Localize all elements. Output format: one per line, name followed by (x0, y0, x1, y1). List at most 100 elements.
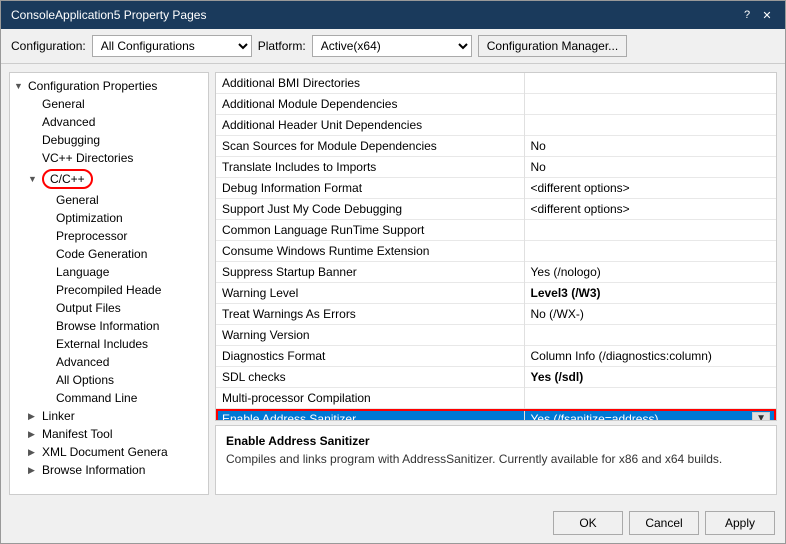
prop-value: Level3 (/W3) (524, 283, 776, 304)
tree-label-linker: Linker (42, 409, 75, 423)
prop-name: Multi-processor Compilation (216, 388, 524, 409)
cancel-button[interactable]: Cancel (629, 511, 699, 535)
tree-label-manifest-tool: Manifest Tool (42, 427, 112, 441)
tree-label-optimization: Optimization (56, 211, 123, 225)
title-bar: ConsoleApplication5 Property Pages ? ✕ (1, 1, 785, 29)
table-row[interactable]: Treat Warnings As ErrorsNo (/WX-) (216, 304, 776, 325)
prop-name: Treat Warnings As Errors (216, 304, 524, 325)
tree-item-optimization[interactable]: Optimization (10, 209, 208, 227)
tree-item-code-gen[interactable]: Code Generation (10, 245, 208, 263)
tree-item-external-includes[interactable]: External Includes (10, 335, 208, 353)
tree-arrow-cpp: ▼ (28, 174, 40, 184)
prop-name: Translate Includes to Imports (216, 157, 524, 178)
properties-body: Additional BMI DirectoriesAdditional Mod… (216, 73, 776, 421)
tree-item-manifest-tool[interactable]: ▶Manifest Tool (10, 425, 208, 443)
property-pages-window: ConsoleApplication5 Property Pages ? ✕ C… (0, 0, 786, 544)
description-panel: Enable Address Sanitizer Compiles and li… (215, 425, 777, 495)
tree-item-language[interactable]: Language (10, 263, 208, 281)
prop-name: Debug Information Format (216, 178, 524, 199)
table-row[interactable]: Warning LevelLevel3 (/W3) (216, 283, 776, 304)
button-row: OK Cancel Apply (1, 503, 785, 543)
value-dropdown-arrow[interactable]: ▼ (752, 412, 770, 421)
tree-arrow-browse-info2: ▶ (28, 465, 40, 476)
tree-label-preprocessor: Preprocessor (56, 229, 127, 243)
prop-value: No (524, 157, 776, 178)
tree-item-output-files[interactable]: Output Files (10, 299, 208, 317)
table-row[interactable]: Additional Header Unit Dependencies (216, 115, 776, 136)
tree-item-precompiled[interactable]: Precompiled Heade (10, 281, 208, 299)
tree-item-browse-info[interactable]: Browse Information (10, 317, 208, 335)
table-row[interactable]: SDL checksYes (/sdl) (216, 367, 776, 388)
table-row[interactable]: Support Just My Code Debugging<different… (216, 199, 776, 220)
table-row[interactable]: Scan Sources for Module DependenciesNo (216, 136, 776, 157)
config-manager-button[interactable]: Configuration Manager... (478, 35, 627, 57)
prop-value (524, 388, 776, 409)
table-row[interactable]: Debug Information Format<different optio… (216, 178, 776, 199)
tree-item-linker[interactable]: ▶Linker (10, 407, 208, 425)
prop-value (524, 94, 776, 115)
tree-label-browse-info2: Browse Information (42, 463, 145, 477)
tree-item-all-options[interactable]: All Options (10, 371, 208, 389)
ok-button[interactable]: OK (553, 511, 623, 535)
tree-arrow-config-props: ▼ (14, 81, 26, 91)
prop-value (524, 220, 776, 241)
tree-item-cpp-general[interactable]: General (10, 191, 208, 209)
prop-value (524, 73, 776, 94)
tree-label-language: Language (56, 265, 109, 279)
tree-label-cpp-general: General (56, 193, 99, 207)
prop-value: <different options> (524, 199, 776, 220)
tree-label-browse-info: Browse Information (56, 319, 159, 333)
prop-name: Warning Level (216, 283, 524, 304)
prop-name: Enable Address Sanitizer (216, 409, 524, 422)
table-row[interactable]: Common Language RunTime Support (216, 220, 776, 241)
tree-item-debugging[interactable]: Debugging (10, 131, 208, 149)
tree-arrow-linker: ▶ (28, 411, 40, 422)
tree-item-advanced[interactable]: Advanced (10, 113, 208, 131)
platform-label: Platform: (258, 39, 306, 53)
tree-label-precompiled: Precompiled Heade (56, 283, 161, 297)
table-row[interactable]: Additional BMI Directories (216, 73, 776, 94)
tree-item-general[interactable]: General (10, 95, 208, 113)
tree-label-code-gen: Code Generation (56, 247, 147, 261)
prop-value: No (524, 136, 776, 157)
prop-value (524, 241, 776, 262)
prop-value: No (/WX-) (524, 304, 776, 325)
help-button[interactable]: ? (739, 7, 755, 23)
table-row[interactable]: Consume Windows Runtime Extension (216, 241, 776, 262)
properties-table-container: Additional BMI DirectoriesAdditional Mod… (215, 72, 777, 421)
close-button[interactable]: ✕ (759, 7, 775, 23)
tree-item-xml-doc[interactable]: ▶XML Document Genera (10, 443, 208, 461)
apply-button[interactable]: Apply (705, 511, 775, 535)
table-row[interactable]: Multi-processor Compilation (216, 388, 776, 409)
table-row[interactable]: Suppress Startup BannerYes (/nologo) (216, 262, 776, 283)
tree-label-config-props: Configuration Properties (28, 79, 157, 93)
table-row[interactable]: Diagnostics FormatColumn Info (/diagnost… (216, 346, 776, 367)
tree-panel: ▼Configuration PropertiesGeneralAdvanced… (9, 72, 209, 495)
window-title: ConsoleApplication5 Property Pages (11, 8, 206, 22)
tree-item-cpp-advanced[interactable]: Advanced (10, 353, 208, 371)
tree-container: ▼Configuration PropertiesGeneralAdvanced… (10, 77, 208, 479)
prop-name: Common Language RunTime Support (216, 220, 524, 241)
tree-item-vc-dirs[interactable]: VC++ Directories (10, 149, 208, 167)
tree-item-browse-info2[interactable]: ▶Browse Information (10, 461, 208, 479)
table-row[interactable]: Translate Includes to ImportsNo (216, 157, 776, 178)
configuration-select[interactable]: All Configurations (92, 35, 252, 57)
tree-item-cpp[interactable]: ▼C/C++ (10, 167, 208, 191)
prop-name: Scan Sources for Module Dependencies (216, 136, 524, 157)
tree-item-config-props[interactable]: ▼Configuration Properties (10, 77, 208, 95)
tree-item-command-line[interactable]: Command Line (10, 389, 208, 407)
prop-name: Consume Windows Runtime Extension (216, 241, 524, 262)
description-text: Compiles and links program with AddressS… (226, 452, 766, 466)
prop-value (524, 325, 776, 346)
prop-name: Suppress Startup Banner (216, 262, 524, 283)
platform-select[interactable]: Active(x64) (312, 35, 472, 57)
prop-value: Column Info (/diagnostics:column) (524, 346, 776, 367)
prop-name: Warning Version (216, 325, 524, 346)
tree-label-external-includes: External Includes (56, 337, 148, 351)
table-row[interactable]: Additional Module Dependencies (216, 94, 776, 115)
tree-item-preprocessor[interactable]: Preprocessor (10, 227, 208, 245)
table-row[interactable]: Warning Version (216, 325, 776, 346)
tree-label-cpp: C/C++ (42, 169, 93, 189)
table-row[interactable]: Enable Address SanitizerYes (/fsanitize=… (216, 409, 776, 422)
prop-name: Additional Header Unit Dependencies (216, 115, 524, 136)
